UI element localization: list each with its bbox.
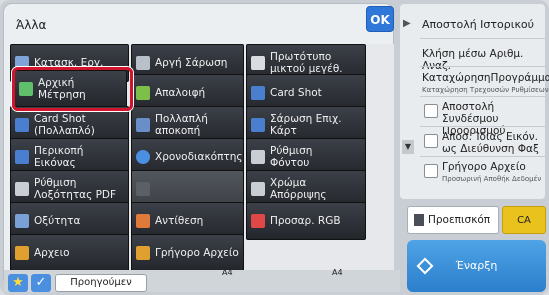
button-label: Αντίθεση bbox=[155, 215, 204, 227]
destination-link-checkbox[interactable] bbox=[424, 104, 438, 118]
address-search-call[interactable]: Κλήση μέσω Αριθμ. Αναζ. bbox=[422, 48, 548, 72]
button-label: Γρήγορο Αρχείο bbox=[155, 247, 239, 259]
program-registration[interactable]: ΚαταχώρησηΠρογράμματος Καταχώρηση Τρεχου… bbox=[422, 72, 549, 96]
button-label: Πρωτότυπο μικτού μεγέθ. bbox=[270, 51, 343, 75]
button-label: Αρχειο bbox=[34, 247, 70, 259]
image-crop-icon bbox=[15, 150, 29, 164]
folder-icon bbox=[15, 246, 29, 260]
pdf-skew-icon bbox=[15, 182, 29, 196]
panel-title: Άλλα bbox=[16, 18, 47, 32]
button-label: Ρύθμιση Φόντου bbox=[270, 145, 313, 169]
quick-file-icon bbox=[136, 246, 150, 260]
program-registration-label: ΚαταχώρησηΠρογράμματος bbox=[422, 72, 549, 84]
button-label: Προσαρ. RGB bbox=[270, 215, 341, 227]
rgb-icon bbox=[251, 214, 265, 228]
card-shot-icon bbox=[251, 86, 265, 100]
start-button[interactable]: Έναρξη bbox=[407, 240, 546, 292]
button-label: Αργή Σάρωση bbox=[155, 57, 228, 69]
disabled-icon bbox=[136, 182, 150, 196]
send-history-link[interactable]: Αποστολή Ιστορικού bbox=[422, 18, 534, 31]
same-image-fax-label: Αποσ. Ίδιας Εικόν. ως Διεύθυνση Φαξ bbox=[442, 131, 539, 155]
divider bbox=[420, 156, 545, 157]
button-label: Ρύθμιση Λοξότητας PDF bbox=[34, 177, 117, 201]
file-button[interactable]: Αρχειο bbox=[10, 234, 129, 272]
quick-file-label: Γρήγορο Αρχείο bbox=[442, 161, 526, 173]
start-label: Έναρξη bbox=[455, 259, 498, 272]
star-icon[interactable]: ★ bbox=[8, 274, 28, 292]
screen: Άλλα OK Κατασκ. Εργ. Αργή Σάρωση Πρωτότυ… bbox=[0, 0, 549, 295]
scroll-down-icon[interactable]: ▼ bbox=[402, 140, 414, 154]
button-label: Card Shot bbox=[270, 87, 322, 99]
right-panel: ▶ Αποστολή Ιστορικού Κλήση μέσω Αριθμ. Α… bbox=[400, 4, 549, 199]
previous-button[interactable]: Προηγούμεν bbox=[55, 274, 147, 292]
quick-file-option: Γρήγορο Αρχείο Προσωρινή Αποθήκ Δεδομέν bbox=[442, 161, 546, 185]
check-icon[interactable]: ✓ bbox=[31, 274, 51, 292]
business-card-icon bbox=[251, 118, 265, 132]
ca-button[interactable]: CA bbox=[502, 206, 546, 234]
quick-file-sub: Προσωρινή Αποθήκ Δεδομέν bbox=[442, 175, 542, 183]
card-shot-multi-icon bbox=[15, 118, 29, 132]
divider bbox=[420, 38, 545, 39]
same-image-fax-checkbox[interactable] bbox=[424, 134, 438, 148]
preview-label: Προεπισκόπ bbox=[428, 214, 491, 226]
preview-button[interactable]: Προεπισκόπ bbox=[407, 206, 499, 234]
button-label: Σάρωση Επιχ. Κάρτ bbox=[270, 113, 342, 137]
button-label: Χρώμα Απόρριψης bbox=[270, 177, 327, 201]
button-label: Χρονοδιακόπτης bbox=[155, 151, 243, 163]
quick-file-button[interactable]: Γρήγορο Αρχείο bbox=[131, 234, 244, 272]
mixed-size-icon bbox=[251, 56, 265, 70]
divider bbox=[420, 126, 545, 127]
button-label: Απαλοιφή bbox=[155, 87, 206, 99]
selection-highlight bbox=[12, 67, 133, 111]
start-icon bbox=[416, 257, 434, 275]
button-label: Οξύτητα bbox=[34, 215, 81, 227]
paper-size-left: A4 bbox=[222, 268, 233, 277]
button-label: Περικοπή Εικόνας bbox=[34, 145, 84, 169]
divider bbox=[420, 96, 545, 97]
rgb-adjust-button[interactable]: Προσαρ. RGB bbox=[246, 202, 366, 240]
timer-icon bbox=[136, 150, 150, 164]
program-registration-sub: Καταχώρηση Τρεχουσών Ρυθμίσεων bbox=[422, 86, 549, 94]
ok-button[interactable]: OK bbox=[366, 6, 394, 32]
erase-icon bbox=[136, 86, 150, 100]
quick-file-checkbox[interactable] bbox=[424, 164, 438, 178]
preview-icon bbox=[414, 214, 424, 226]
background-icon bbox=[251, 150, 265, 164]
slow-scan-icon bbox=[136, 56, 150, 70]
expand-arrow-icon[interactable]: ▶ bbox=[403, 18, 411, 29]
button-label: Πολλαπλή αποκοπή bbox=[155, 113, 208, 137]
paper-size-right: A4 bbox=[332, 268, 343, 277]
multi-crop-icon bbox=[136, 118, 150, 132]
sharpness-icon bbox=[15, 214, 29, 228]
contrast-icon bbox=[136, 214, 150, 228]
color-drop-icon bbox=[251, 182, 265, 196]
divider bbox=[420, 66, 545, 67]
button-label: Card Shot (Πολλαπλό) bbox=[34, 113, 95, 137]
